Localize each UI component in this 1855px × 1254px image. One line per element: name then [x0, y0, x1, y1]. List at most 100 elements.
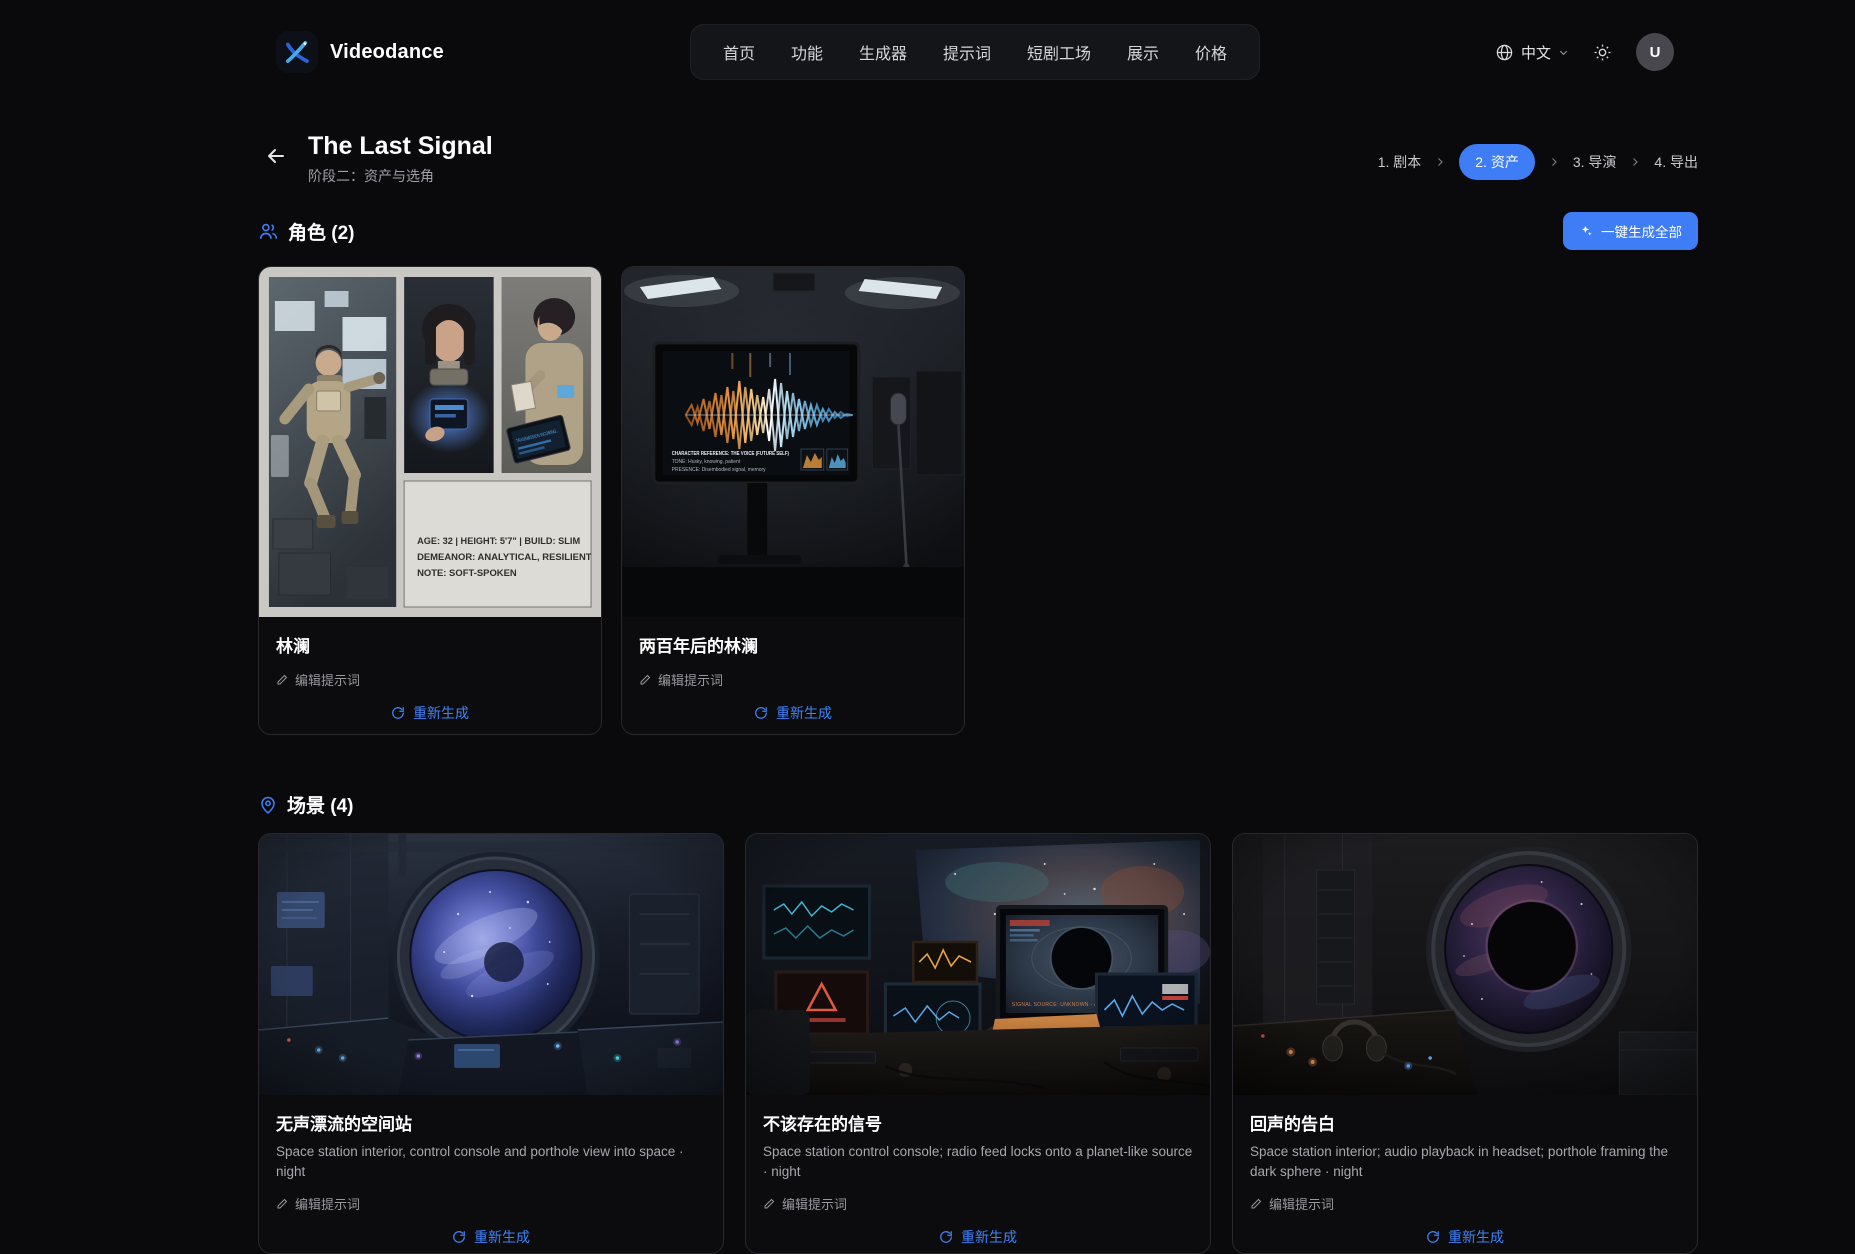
pencil-icon: [276, 1198, 288, 1210]
language-label: 中文: [1521, 42, 1551, 63]
generate-all-button[interactable]: 一键生成全部: [1563, 212, 1698, 250]
scene-card-echo-confession: 回声的告白 Space station interior; audio play…: [1232, 833, 1698, 1254]
character-card-future-linlan: CHARACTER REFERENCE: THE VOICE (FUTURE S…: [621, 266, 965, 735]
nav-item-studio[interactable]: 短剧工场: [1009, 40, 1109, 64]
scenes-section-header: 场景 (4): [258, 791, 1698, 818]
scene-name: 回声的告白: [1250, 1110, 1680, 1135]
screen-line-1: CHARACTER REFERENCE: THE VOICE (FUTURE S…: [672, 451, 789, 457]
map-pin-icon: [258, 795, 278, 815]
nav-item-showcase[interactable]: 展示: [1109, 40, 1177, 64]
character-artwork-linlan: TRANSMISSION INCOMING... AGE: 32 | HEIGH…: [259, 267, 601, 617]
chevron-right-icon: [1548, 156, 1560, 168]
regenerate-label: 重新生成: [413, 703, 469, 723]
edit-prompt-button[interactable]: 编辑提示词: [276, 670, 584, 689]
main-content: The Last Signal 阶段二：资产与选角 1. 剧本 2. 资产 3.…: [258, 132, 1698, 1254]
main-nav: 首页 功能 生成器 提示词 短剧工场 展示 价格: [690, 24, 1260, 80]
edit-prompt-button[interactable]: 编辑提示词: [276, 1194, 706, 1213]
scene-name: 无声漂流的空间站: [276, 1110, 706, 1135]
regenerate-label: 重新生成: [776, 703, 832, 723]
regenerate-button[interactable]: 重新生成: [276, 689, 584, 723]
regenerate-label: 重新生成: [961, 1227, 1017, 1247]
sun-icon: [1593, 43, 1612, 62]
project-title-row: The Last Signal 阶段二：资产与选角 1. 剧本 2. 资产 3.…: [258, 132, 1698, 186]
user-avatar[interactable]: U: [1636, 33, 1674, 71]
edit-prompt-button[interactable]: 编辑提示词: [639, 670, 947, 689]
page-subtitle: 阶段二：资产与选角: [308, 166, 493, 186]
generate-all-label: 一键生成全部: [1601, 221, 1682, 241]
videodance-logo-icon: [276, 31, 318, 73]
stats-line-1: AGE: 32 | HEIGHT: 5'7" | BUILD: SLIM: [417, 536, 580, 547]
back-button[interactable]: [260, 140, 292, 172]
scene-name: 不该存在的信号: [763, 1110, 1193, 1135]
scene-image-echo-confession[interactable]: [1233, 834, 1697, 1095]
scene-description: Space station interior; audio playback i…: [1250, 1142, 1680, 1181]
edit-prompt-button[interactable]: 编辑提示词: [1250, 1194, 1680, 1213]
character-card-linlan: TRANSMISSION INCOMING... AGE: 32 | HEIGH…: [258, 266, 602, 735]
regenerate-button[interactable]: 重新生成: [276, 1213, 706, 1247]
edit-prompt-label: 编辑提示词: [295, 670, 360, 689]
pencil-icon: [763, 1198, 775, 1210]
chevron-right-icon: [1629, 156, 1641, 168]
step-export[interactable]: 4. 导出: [1654, 152, 1698, 172]
characters-section-header: 角色 (2) 一键生成全部: [258, 212, 1698, 250]
scenes-grid: 无声漂流的空间站 Space station interior, control…: [258, 833, 1698, 1254]
scene-image-impossible-signal[interactable]: SIGNAL SOURCE: UNKNOWN - ANOMALY DETECTE…: [746, 834, 1210, 1095]
pencil-icon: [1250, 1198, 1262, 1210]
regenerate-button[interactable]: 重新生成: [639, 689, 947, 723]
scene-card-impossible-signal: SIGNAL SOURCE: UNKNOWN - ANOMALY DETECTE…: [745, 833, 1211, 1254]
step-script[interactable]: 1. 剧本: [1378, 152, 1422, 172]
screen-line-2: TONE: Husky, knowing, patient: [672, 459, 741, 465]
brand-name: Videodance: [330, 41, 444, 64]
pencil-icon: [639, 674, 651, 686]
edit-prompt-label: 编辑提示词: [295, 1194, 360, 1213]
character-stats-panel: AGE: 32 | HEIGHT: 5'7" | BUILD: SLIM DEM…: [404, 481, 592, 607]
app-header: Videodance 首页 功能 生成器 提示词 短剧工场 展示 价格 中文: [0, 0, 1855, 104]
theme-toggle[interactable]: [1593, 43, 1612, 62]
pencil-icon: [276, 674, 288, 686]
nav-item-features[interactable]: 功能: [773, 40, 841, 64]
language-selector[interactable]: 中文: [1495, 42, 1569, 63]
nav-item-pricing[interactable]: 价格: [1177, 40, 1245, 64]
chevron-right-icon: [1434, 156, 1446, 168]
stats-line-2: DEMEANOR: ANALYTICAL, RESILIENT: [417, 552, 592, 563]
regenerate-label: 重新生成: [1448, 1227, 1504, 1247]
scene-description: Space station interior, control console …: [276, 1142, 706, 1181]
screen-line-3: PRESENCE: Disembodied signal, memory: [672, 467, 766, 473]
users-icon: [258, 221, 279, 242]
character-image-linlan[interactable]: TRANSMISSION INCOMING... AGE: 32 | HEIGH…: [259, 267, 601, 617]
scene-image-drifting-station[interactable]: [259, 834, 723, 1095]
edit-prompt-label: 编辑提示词: [1269, 1194, 1334, 1213]
regenerate-button[interactable]: 重新生成: [763, 1213, 1193, 1247]
step-director[interactable]: 3. 导演: [1573, 152, 1617, 172]
character-image-future-linlan[interactable]: CHARACTER REFERENCE: THE VOICE (FUTURE S…: [622, 267, 964, 617]
workflow-steps: 1. 剧本 2. 资产 3. 导演 4. 导出: [1378, 144, 1698, 180]
brand[interactable]: Videodance: [276, 31, 444, 73]
character-name: 两百年后的林澜: [639, 632, 947, 657]
arrow-left-icon: [264, 144, 288, 168]
avatar-initial: U: [1650, 44, 1661, 61]
step-assets[interactable]: 2. 资产: [1459, 144, 1535, 180]
refresh-icon: [391, 706, 405, 720]
chevron-down-icon: [1558, 47, 1569, 58]
refresh-icon: [939, 1230, 953, 1244]
scene-artwork-impossible-signal: SIGNAL SOURCE: UNKNOWN - ANOMALY DETECTE…: [746, 834, 1210, 1095]
scene-artwork-echo-confession: [1233, 834, 1697, 1095]
edit-prompt-label: 编辑提示词: [782, 1194, 847, 1213]
refresh-icon: [754, 706, 768, 720]
page-title: The Last Signal: [308, 132, 493, 161]
scene-artwork-drifting-station: [259, 834, 723, 1095]
scene-card-drifting-station: 无声漂流的空间站 Space station interior, control…: [258, 833, 724, 1254]
characters-grid: TRANSMISSION INCOMING... AGE: 32 | HEIGH…: [258, 266, 1698, 735]
nav-item-prompts[interactable]: 提示词: [925, 40, 1009, 64]
regenerate-button[interactable]: 重新生成: [1250, 1213, 1680, 1247]
nav-item-generator[interactable]: 生成器: [841, 40, 925, 64]
refresh-icon: [1426, 1230, 1440, 1244]
sparkles-icon: [1579, 224, 1593, 238]
nav-item-home[interactable]: 首页: [705, 40, 773, 64]
edit-prompt-button[interactable]: 编辑提示词: [763, 1194, 1193, 1213]
edit-prompt-label: 编辑提示词: [658, 670, 723, 689]
scenes-section-title: 场景 (4): [287, 791, 354, 818]
globe-icon: [1495, 43, 1514, 62]
character-name: 林澜: [276, 632, 584, 657]
regenerate-label: 重新生成: [474, 1227, 530, 1247]
